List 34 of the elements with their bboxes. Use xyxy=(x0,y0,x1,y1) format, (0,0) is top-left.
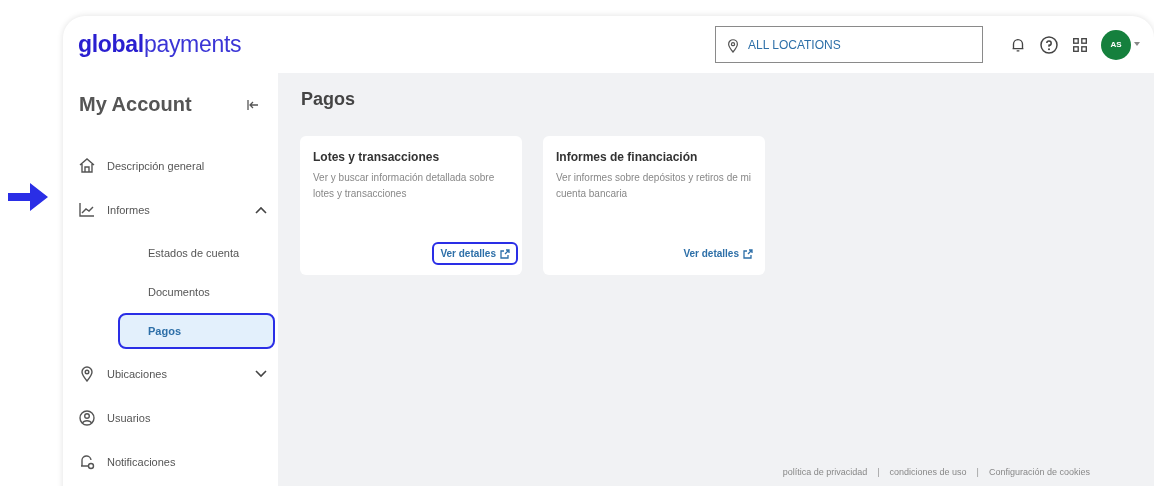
card-description: Ver y buscar información detallada sobre lotes y transacciones xyxy=(313,171,496,201)
sidebar-item[interactable]: Descripción general xyxy=(63,144,278,188)
grid-icon[interactable] xyxy=(1071,35,1089,54)
card-title: Lotes y transacciones xyxy=(313,150,441,164)
sidebar-subitem[interactable]: Pagos xyxy=(118,313,275,349)
sidebar-item[interactable]: Notificaciones xyxy=(63,440,278,484)
line-chart-icon xyxy=(77,200,97,220)
sidebar-item[interactable]: Ubicaciones xyxy=(63,352,278,396)
logo[interactable]: globalpayments xyxy=(78,31,242,58)
caret-icon[interactable] xyxy=(1134,42,1140,47)
location-pin-icon xyxy=(726,36,740,53)
sidebar-item[interactable]: Informes xyxy=(63,188,278,232)
external-link-icon xyxy=(500,248,510,259)
card-description: Ver informes sobre depósitos y retiros de mi cuenta bancaria xyxy=(556,171,753,201)
separator: | xyxy=(877,467,880,477)
house-icon xyxy=(77,156,97,176)
details-link[interactable]: Ver detalles xyxy=(675,242,761,265)
avatar[interactable]: AS xyxy=(1101,29,1131,60)
sidebar-item[interactable]: Usuarios xyxy=(63,396,278,440)
arrow-icon xyxy=(6,180,50,214)
details-link[interactable]: Ver detalles xyxy=(432,242,518,265)
external-link-icon xyxy=(743,248,753,259)
chevron-icon[interactable] xyxy=(254,205,268,215)
chevron-icon[interactable] xyxy=(254,369,268,379)
location-field[interactable]: ALL LOCATIONS xyxy=(715,26,983,63)
separator: | xyxy=(976,467,979,477)
card-title: Informes de financiación xyxy=(556,150,699,164)
sidebar-subitem[interactable]: Estados de cuenta xyxy=(118,235,275,271)
page-title: Pagos xyxy=(301,89,357,110)
help-icon[interactable] xyxy=(1039,34,1059,55)
sidebar-title: My Account xyxy=(79,93,192,116)
collapse-icon[interactable] xyxy=(246,98,260,111)
sidebar-subitem[interactable]: Documentos xyxy=(118,274,275,310)
user-circle-icon xyxy=(77,408,97,428)
